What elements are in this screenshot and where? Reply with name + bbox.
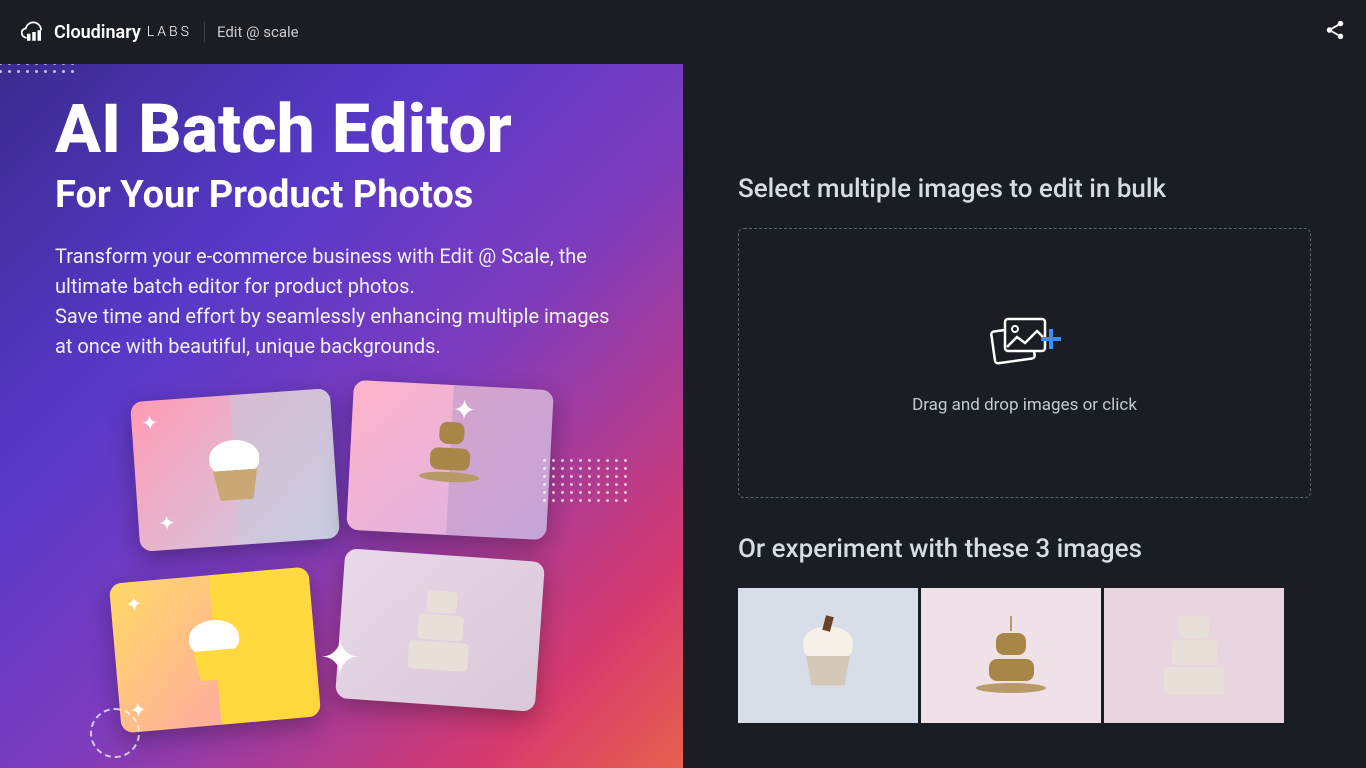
sample-image-macarons[interactable] — [921, 588, 1101, 723]
hero-panel: AI Batch Editor For Your Product Photos … — [0, 64, 683, 768]
collage-card-2: ✦ — [346, 380, 554, 540]
product-name: Edit @ scale — [217, 23, 299, 41]
sample-images-grid — [738, 588, 1311, 723]
hero-description: Transform your e-commerce business with … — [55, 241, 628, 361]
hero-subtitle: For Your Product Photos — [55, 173, 628, 217]
header-divider — [204, 22, 205, 42]
dropzone-text: Drag and drop images or click — [912, 395, 1137, 415]
share-icon — [1324, 19, 1346, 41]
share-button[interactable] — [1324, 19, 1346, 45]
sample-image-cake[interactable] — [1104, 588, 1284, 723]
hero-desc-line1: Transform your e-commerce business with … — [55, 244, 587, 298]
hero-desc-line2: Save time and effort by seamlessly enhan… — [55, 304, 609, 358]
decoration-star: ✦ — [320, 629, 360, 686]
upload-heading: Select multiple images to edit in bulk — [738, 174, 1311, 204]
main-content: AI Batch Editor For Your Product Photos … — [0, 64, 1366, 768]
cloudinary-logo-icon — [20, 18, 48, 46]
sample-image-cupcake[interactable] — [738, 588, 918, 723]
hero-image-collage: ✦ ✦ ✦ — [125, 385, 625, 765]
collage-card-3: ✦ ✦ — [109, 567, 321, 734]
decoration-dots — [0, 64, 70, 114]
labs-label: LABS — [147, 24, 192, 40]
upload-images-icon — [985, 311, 1065, 371]
samples-heading: Or experiment with these 3 images — [738, 534, 1311, 564]
brand-name: Cloudinary — [54, 22, 141, 43]
upload-dropzone[interactable]: Drag and drop images or click — [738, 228, 1311, 498]
upload-panel: Select multiple images to edit in bulk D… — [683, 64, 1366, 768]
collage-card-1: ✦ ✦ — [130, 389, 340, 553]
collage-card-4 — [335, 549, 545, 713]
decoration-circle — [90, 708, 140, 758]
brand-logo[interactable]: Cloudinary LABS — [20, 18, 192, 46]
hero-title: AI Batch Editor — [55, 94, 628, 165]
header-left: Cloudinary LABS Edit @ scale — [20, 18, 299, 46]
app-header: Cloudinary LABS Edit @ scale — [0, 0, 1366, 64]
decoration-dots-right — [543, 459, 623, 519]
